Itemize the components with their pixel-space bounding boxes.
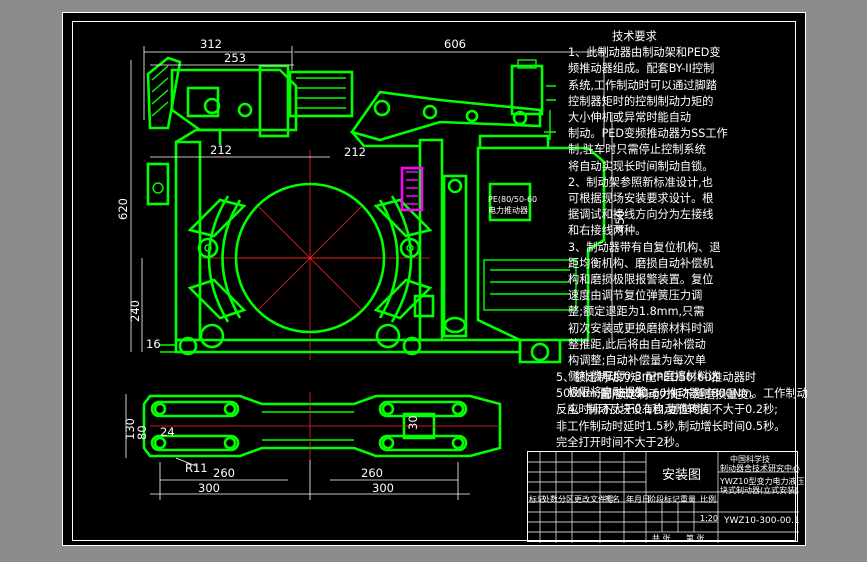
side-bracket (146, 162, 170, 206)
note-line: 构调整;自动补偿量为每次单 (568, 354, 707, 368)
sheet-number: 第 张 (686, 534, 705, 543)
note-line: 将自动实现长时间制动自锁。 (568, 159, 714, 173)
sheet-count: 共 张 (652, 534, 671, 543)
drawing-name: 安装图 (662, 468, 702, 483)
front-dimensions: 312 253 606 212 212 620 450 240 16 (116, 37, 627, 352)
front-view: PE(80/50-60 电力推动器 (146, 56, 606, 364)
note-line: 整推距,此后将由自动补偿动 (568, 337, 706, 351)
dim-16: 16 (146, 337, 161, 351)
note-line: 和右接线两种。 (568, 224, 647, 238)
product-line-2: 块式制动器(立式安装) (720, 486, 799, 495)
note5-line: 5、额定制动力矩:配PED50-60推动器时 (556, 371, 757, 384)
col-header: 签名 (604, 495, 620, 504)
dim-260-right: 260 (361, 466, 383, 480)
stage-label: 比例 (700, 495, 716, 504)
stage-label: 重量 (680, 495, 696, 504)
note-line: 可根据现场安装要求设计。根 (568, 192, 714, 206)
dim-300-left: 300 (198, 481, 220, 495)
base-frame (174, 338, 522, 354)
note-line: 制动。PED变频推动器为SS工作 (568, 127, 728, 141)
scale-value: 1:20 (700, 514, 718, 523)
note-line: 3、制动器带有自复位机构、退 (568, 240, 721, 254)
col-header: 年月日 (626, 495, 650, 504)
dim-253: 253 (224, 51, 246, 65)
note-line: 整;额定退距为1.8mm,只需 (568, 305, 705, 319)
dim-212-right: 212 (344, 145, 366, 159)
col-header: 处数 (542, 495, 558, 504)
notes-title: 技术要求 (612, 30, 657, 43)
dim-606: 606 (444, 37, 466, 51)
dim-312: 312 (200, 37, 222, 51)
note5-line: 完全打开时间不大于2秒。 (556, 435, 687, 449)
dim-240: 240 (128, 300, 142, 322)
note-line: 系统,工作制动时可以通过脚踏 (568, 78, 717, 92)
spring-housing (170, 68, 298, 132)
note-line: 大小伸机或异常时能自动 (568, 111, 692, 125)
technical-requirements-5: 5、额定制动力矩:配PED50-60推动器时 500Nm;配PED80-60推动… (556, 370, 808, 451)
note-line: 初次安装或更换磨擦材料时调 (568, 321, 714, 335)
dim-30: 30 (406, 415, 420, 430)
title-block: 安装图 中国科学技 制动器舍技术研究中心 YWZ10型变力电力液压 块式制动器(… (527, 451, 804, 543)
note-line: 构和磨损极限报警装置。复位 (568, 273, 714, 287)
plan-view (142, 392, 502, 462)
dim-80: 80 (135, 425, 149, 440)
stage-label: 阶段标记 (648, 495, 680, 504)
note5-line: 非工作制动时延时1.5秒,制动增长时间0.5秒。 (556, 419, 786, 433)
right-arm (418, 138, 444, 342)
left-arm (174, 140, 202, 342)
note-line: 据调试和接线方向分为左接线 (568, 208, 714, 222)
dim-260-left: 260 (213, 466, 235, 480)
note-line: 距均衡机构、磨损自动补偿机 (568, 256, 714, 270)
note5-line: 500Nm;配PED80-60推动器时800Nm。工作制动 (556, 387, 808, 401)
note-line: 控制器矩时的控制制动力矩的 (568, 94, 714, 108)
thruster-label-2: 电力推动器 (488, 205, 528, 215)
note-line: 频推动器组成。配套BY-II控制 (568, 62, 715, 76)
dim-300-right: 300 (372, 481, 394, 495)
technical-requirements: 技术要求 1、此制动器由制动架和PED变 频推动器组成。配套BY-II控制 系统… (568, 29, 801, 418)
note-line: 制,驻车时只需停止控制系统 (568, 143, 706, 157)
note-line: 1、此制动器由制动架和PED变 (568, 46, 721, 60)
dim-24: 24 (160, 425, 175, 439)
dim-620: 620 (116, 198, 130, 220)
institute-name: 制动器舍技术研究中心 (720, 464, 800, 473)
note-line: 速度由调节复位弹簧压力调 (568, 289, 703, 303)
note5-line: 反应时间不大于0.1秒,复位时间不大于0.2秒; (556, 403, 778, 417)
thruster-label-1: PE(80/50-60 (488, 195, 537, 204)
dim-212-left: 212 (210, 143, 232, 157)
drawing-number: YWZ10-300-00.1 (724, 516, 800, 526)
note-line: 2、制动架参照新标准设计,也 (568, 175, 713, 189)
push-rod (442, 174, 468, 338)
col-header: 分区 (558, 495, 574, 504)
